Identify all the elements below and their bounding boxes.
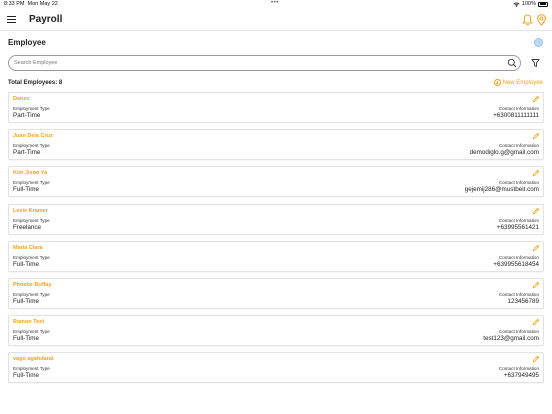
employee-name[interactable]: Lexie Kramer (13, 208, 48, 214)
menu-icon[interactable] (7, 16, 16, 24)
status-bar: 8:33 PM Mon May 22 ••• 100% (0, 0, 552, 9)
multitasking-dots[interactable]: ••• (271, 0, 279, 6)
app-title: Payroll (29, 14, 63, 25)
employment-type-label: Employment Type (13, 329, 50, 335)
edit-pencil-icon[interactable] (532, 244, 540, 252)
employee-list: Danzo Employment Type Part-Time Contact … (8, 92, 544, 390)
employment-type-label: Employment Type (13, 366, 50, 372)
total-employees: Total Employees: 8 (8, 80, 63, 86)
contact-information-label: Contact Information (498, 254, 539, 260)
employment-type-label: Employment Type (13, 254, 50, 260)
employment-type-value: Freelance (13, 223, 42, 231)
edit-pencil-icon[interactable] (532, 318, 540, 326)
edit-pencil-icon[interactable] (532, 281, 540, 289)
edit-pencil-icon[interactable] (532, 355, 540, 363)
page-title: Employee (8, 38, 46, 47)
contact-information-label: Contact Information (498, 180, 539, 186)
employment-type-value: Full-Time (13, 297, 40, 305)
employee-name[interactable]: Kim Jisoo Ya (13, 170, 47, 176)
employee-name[interactable]: Maria Clara (13, 245, 43, 251)
contact-information-value: +639955618454 (493, 260, 539, 268)
contact-information-value: gejemij286@mustbeit.com (464, 186, 539, 194)
plus-circle-icon (493, 79, 501, 86)
employment-type-value: Part-Time (13, 149, 41, 157)
employment-type-value: Full-Time (13, 260, 40, 268)
employee-name[interactable]: Phoebe Buffay (13, 282, 52, 288)
edit-pencil-icon[interactable] (532, 132, 540, 140)
app-bar: Payroll (0, 9, 552, 31)
contact-information-label: Contact Information (498, 366, 539, 372)
employment-type-label: Employment Type (13, 291, 50, 297)
status-time: 8:33 PM Mon May 22 (4, 1, 58, 7)
contact-information-value: demodiglo.g@gmail.com (469, 149, 539, 157)
employment-type-value: Full-Time (13, 186, 40, 194)
contact-information-value: +637949495 (503, 372, 539, 380)
globe-icon[interactable] (534, 38, 543, 47)
search-bar (8, 55, 521, 71)
contact-information-label: Contact Information (498, 291, 539, 297)
new-employee-button[interactable]: New Employee (493, 79, 543, 86)
employment-type-label: Employment Type (13, 180, 50, 186)
employment-type-value: Full-Time (13, 335, 40, 343)
new-employee-label: New Employee (502, 79, 543, 86)
employee-name[interactable]: Ramon Test (13, 319, 44, 325)
employee-card[interactable]: Phoebe Buffay Employment Type Full-Time … (8, 277, 544, 309)
employment-type-value: Part-Time (13, 112, 41, 119)
battery-icon (538, 1, 548, 7)
battery-percent: 100% (521, 1, 536, 7)
employment-type-label: Employment Type (13, 143, 50, 149)
employee-name[interactable]: Juan Dela Cruz (13, 133, 53, 139)
employee-card[interactable]: Lexie Kramer Employment Type Freelance C… (8, 203, 544, 235)
employee-card[interactable]: Danzo Employment Type Part-Time Contact … (8, 92, 544, 123)
employee-name[interactable]: Danzo (13, 96, 30, 102)
employee-card[interactable]: Juan Dela Cruz Employment Type Part-Time… (8, 129, 544, 161)
contact-information-value: test123@gmail.com (483, 335, 539, 343)
employee-card[interactable]: Maria Clara Employment Type Full-Time Co… (8, 240, 544, 272)
employee-card[interactable]: vago agahdarat Employment Type Full-Time… (8, 352, 544, 384)
status-right: 100% (513, 1, 548, 7)
search-input[interactable] (14, 58, 494, 68)
employee-card[interactable]: Ramon Test Employment Type Full-Time Con… (8, 315, 544, 347)
employment-type-label: Employment Type (13, 217, 50, 223)
bell-icon[interactable] (522, 14, 533, 26)
employee-card[interactable]: Kim Jisoo Ya Employment Type Full-Time C… (8, 166, 544, 198)
contact-information-label: Contact Information (498, 329, 539, 335)
filter-icon[interactable] (531, 58, 540, 68)
edit-pencil-icon[interactable] (532, 207, 540, 215)
contact-information-label: Contact Information (498, 217, 539, 223)
wifi-icon (513, 2, 520, 7)
contact-information-value: +63995561421 (496, 223, 539, 231)
employment-type-value: Full-Time (13, 372, 40, 380)
contact-information-value: +6300811111111 (493, 112, 539, 119)
search-icon[interactable] (507, 58, 517, 68)
location-pin-icon[interactable] (536, 14, 547, 26)
employment-type-label: Employment Type (13, 106, 50, 111)
edit-pencil-icon[interactable] (532, 95, 540, 103)
contact-information-label: Contact Information (498, 106, 539, 111)
contact-information-label: Contact Information (498, 143, 539, 149)
contact-information-value: 123456789 (507, 297, 539, 305)
employee-name[interactable]: vago agahdarat (13, 356, 54, 362)
edit-pencil-icon[interactable] (532, 169, 540, 177)
